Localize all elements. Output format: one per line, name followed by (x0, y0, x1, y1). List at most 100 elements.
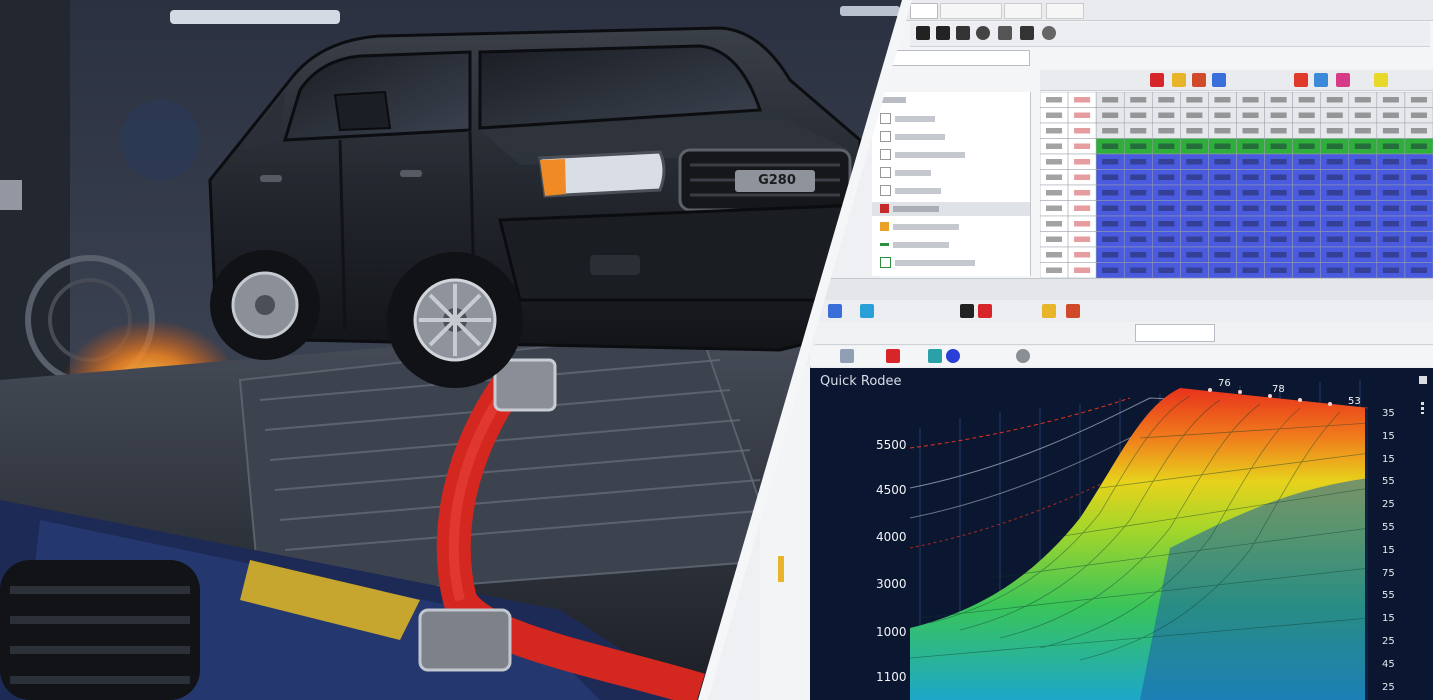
toolbar-icon[interactable] (1016, 349, 1030, 363)
chart-toolbar (820, 300, 1433, 323)
tree-item[interactable] (872, 166, 1022, 180)
toolbar-icon[interactable] (928, 349, 942, 363)
toolbar-icon[interactable] (956, 26, 970, 40)
tree-item[interactable] (872, 220, 1022, 234)
plot-scroll-edge (1413, 368, 1433, 700)
toolbar-icon[interactable] (1192, 73, 1206, 87)
table-cell-glyph (1354, 112, 1371, 118)
tree-item-selected[interactable] (872, 202, 1030, 216)
right-tick-label: 55 (1382, 590, 1395, 602)
table-cell-glyph (1410, 143, 1427, 149)
tab-3d-view[interactable] (1135, 324, 1215, 342)
menu-tab[interactable] (1046, 3, 1084, 19)
table-cell-glyph (1074, 221, 1091, 227)
table-cell-glyph (1102, 128, 1119, 134)
status-band (800, 278, 1433, 301)
y-tick-label: 4500 (876, 483, 907, 497)
table-cell-glyph (1382, 252, 1399, 258)
table-cell-glyph (1242, 159, 1259, 165)
table-cell-glyph (1074, 205, 1091, 211)
right-tick-label: 15 (1382, 544, 1395, 556)
table-cell-glyph (1102, 112, 1119, 118)
table-cell-glyph (1214, 205, 1231, 211)
table-cell-glyph (1298, 97, 1315, 103)
menu-tab[interactable] (1004, 3, 1042, 19)
toolbar-icon[interactable] (1314, 73, 1328, 87)
table-cell-glyph (1074, 252, 1091, 258)
toolbar-icon[interactable] (1042, 26, 1056, 40)
table-cell-glyph (1298, 221, 1315, 227)
table-cell-glyph (1158, 174, 1175, 180)
toolbar-icon[interactable] (1150, 73, 1164, 87)
table-cell-glyph (1354, 221, 1371, 227)
menu-tab[interactable] (940, 3, 1002, 19)
right-tick-label: 75 (1382, 567, 1395, 579)
table-cell-glyph (1046, 236, 1063, 242)
more-icon[interactable] (1421, 402, 1424, 414)
table-cell-glyph (1102, 159, 1119, 165)
toolbar-icon[interactable] (976, 26, 990, 40)
toolbar-icon[interactable] (1374, 73, 1388, 87)
table-cell-glyph (1410, 159, 1427, 165)
table-cell-glyph (1130, 128, 1147, 134)
toolbar-icon[interactable] (828, 304, 842, 318)
table-cell-glyph (1326, 174, 1343, 180)
right-tick-label: 45 (1382, 658, 1395, 670)
toolbar-icon[interactable] (1294, 73, 1308, 87)
table-cell-glyph (1046, 159, 1063, 165)
table-cell-glyph (1046, 221, 1063, 227)
tree-item[interactable] (872, 130, 1022, 144)
table-cell-glyph (1130, 159, 1147, 165)
table-cell-glyph (1046, 112, 1063, 118)
table-cell-glyph (1242, 236, 1259, 242)
table-cell-glyph (1410, 205, 1427, 211)
path-field[interactable] (892, 50, 1030, 66)
toolbar-icon[interactable] (936, 26, 950, 40)
table-cell-glyph (1186, 236, 1203, 242)
toolbar-icon[interactable] (860, 304, 874, 318)
toolbar-icon[interactable] (1212, 73, 1226, 87)
table-cell-glyph (1326, 221, 1343, 227)
tree-item[interactable] (872, 184, 1022, 198)
toolbar-icon[interactable] (1020, 26, 1034, 40)
toolbar-icon[interactable] (1066, 304, 1080, 318)
tree-item[interactable] (872, 112, 1022, 126)
toolbar-icon[interactable] (886, 349, 900, 363)
table-cell-glyph (1242, 267, 1259, 273)
table-cell-glyph (1130, 174, 1147, 180)
toolbar-icon[interactable] (916, 26, 930, 40)
top-tick-label: 53 (1348, 396, 1361, 407)
tree-item[interactable] (872, 256, 1022, 270)
table-cell-glyph (1158, 190, 1175, 196)
table-cell-glyph (1214, 190, 1231, 196)
toolbar-icon[interactable] (1042, 304, 1056, 318)
toolbar-icon[interactable] (978, 304, 992, 318)
right-tick-label: 55 (1382, 522, 1395, 533)
table-cell-glyph (1158, 159, 1175, 165)
toolbar-icon[interactable] (960, 304, 974, 318)
table-cell-glyph (1410, 267, 1427, 273)
table-cell-glyph (1214, 159, 1231, 165)
table-cell-glyph (1242, 252, 1259, 258)
toolbar-icon[interactable] (1336, 73, 1350, 87)
toolbar-icon[interactable] (998, 26, 1012, 40)
map-table-grid[interactable] (1039, 91, 1433, 279)
table-cell-glyph (1046, 174, 1063, 180)
table-cell-glyph (1186, 190, 1203, 196)
table-cell-glyph (1354, 205, 1371, 211)
toolbar-icon[interactable] (840, 349, 854, 363)
table-cell-glyph (1326, 190, 1343, 196)
tree-item[interactable] (872, 94, 1022, 108)
scroll-icon[interactable] (1419, 376, 1427, 384)
toolbar-icon[interactable] (946, 349, 960, 363)
table-cell-glyph (1270, 143, 1287, 149)
menu-tab[interactable] (910, 3, 938, 19)
table-cell-glyph (1102, 174, 1119, 180)
main-toolbar (910, 22, 1430, 47)
table-cell-glyph (1326, 236, 1343, 242)
table-cell-glyph (1130, 205, 1147, 211)
tree-item[interactable] (872, 238, 1022, 252)
toolbar-icon[interactable] (1172, 73, 1186, 87)
table-cell-glyph (1382, 143, 1399, 149)
tree-item[interactable] (872, 148, 1022, 162)
